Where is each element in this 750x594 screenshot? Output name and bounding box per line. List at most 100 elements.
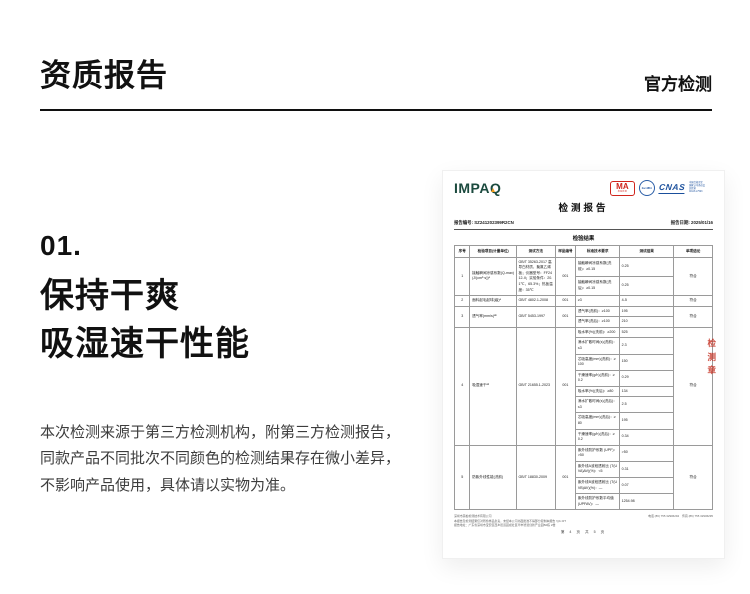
cell-item: 面料起毛起球(级)ᵃ: [469, 295, 517, 307]
report-footer: 深圳市英柏检测技术有限公司 电话 (86) 755 32906294 传真 (8…: [454, 514, 713, 527]
official-test-badge: 官方检测: [644, 75, 712, 94]
cell-result: 2.5: [619, 396, 675, 414]
cell-item: 吸湿速干ᵃᵇ: [469, 326, 517, 446]
ilac-mra-mark-icon: ilac-MRA: [638, 180, 655, 196]
cell-result: 1254.98: [619, 493, 675, 511]
cell-standard: 透气率(洗前)：≥100: [575, 305, 621, 318]
cell-method: GB/T 21655.1-2023: [515, 326, 556, 446]
cell-result: 134: [619, 385, 675, 398]
cell-no: 3: [453, 305, 471, 328]
report-brand-row: IMPAQ MA 检验检测 ilac-MRA CNAS 中国合格评定 国家认可委…: [454, 180, 713, 196]
cnas-accreditation-note: 中国合格评定 国家认可委员会 实验室 CNAS L7523: [689, 182, 706, 193]
cell-standard: 吸水率(%)(洗前)：≥200: [575, 326, 621, 339]
impaq-triangle-icon: [491, 188, 495, 192]
report-card: IMPAQ MA 检验检测 ilac-MRA CNAS 中国合格评定 国家认可委…: [442, 170, 725, 559]
cell-method: GB/T 18830-2009: [515, 444, 556, 511]
cell-result: 195: [619, 305, 675, 318]
section-heading: 保持干爽 吸湿速干性能: [40, 272, 250, 369]
cell-sample: 001: [554, 444, 577, 511]
cell-standard: 紫外线B波段透射比 (T(UVB)AV)(%)：—: [575, 476, 621, 495]
report-title: 检测报告: [558, 203, 609, 214]
cell-sample: 001: [554, 256, 577, 297]
cell-method: GB/T 35263-2017 高导白材质，聚氯乙烯板；仪器型号：FF2412-…: [515, 256, 556, 297]
cell-no: 5: [453, 444, 471, 511]
cell-standard: 滴水扩散时间(s)(洗前)：≤3: [575, 337, 621, 355]
report-table: 序号 检验项目(计量单位) 测试方法 样品编号 标准技术要求 测试结果 单项结论 1 接触瞬间…: [453, 245, 713, 511]
cell-result: 0.07: [619, 476, 675, 495]
table-header-cell: 测试结果: [619, 245, 675, 258]
cell-result: 150: [619, 353, 675, 371]
report-date: 报告日期: 2025/01/16: [670, 220, 713, 225]
page-title: 资质报告: [40, 58, 168, 93]
table-header-cell: 单项结论: [673, 245, 713, 258]
cell-standard: 滴水扩散时间(s)(洗后)：≤3: [575, 396, 621, 414]
cell-item: 防紫外线性能(洗前): [469, 444, 517, 511]
cell-standard: 透气率(洗后)：≥100: [575, 316, 621, 328]
cell-standard: 芯吸高度(mm)(洗前)：≥100: [575, 353, 621, 371]
footer-contact: 电话 (86) 755 32906294 传真 (86) 755 3290629…: [648, 514, 713, 519]
footer-company: 深圳市英柏检测技术有限公司: [454, 514, 492, 519]
cma-mark-icon: MA 检验检测: [609, 180, 635, 196]
cell-result: 2.3: [619, 337, 675, 355]
cell-standard: 紫外线A波段透射比 (T(UVA)AV)(%)：<5: [575, 460, 621, 478]
cell-result: 0.25: [619, 256, 675, 277]
cell-result: 210: [619, 316, 675, 328]
impaq-logo: IMPAQ: [454, 180, 501, 196]
cell-result: 525: [619, 326, 675, 339]
results-title: 检验结果: [572, 236, 595, 242]
cell-no: 4: [453, 326, 471, 446]
cell-standard: 紫外线防护系数 (UPF)：>50: [575, 444, 621, 462]
section-description: 本次检测来源于第三方检测机构，附第三方检测报告，同款产品不同批次不同颜色的检测结…: [40, 424, 401, 494]
table-header-cell: 测试方法: [515, 245, 556, 258]
table-header-cell: 检验项目(计量单位): [469, 245, 517, 258]
cell-no: 1: [453, 256, 471, 297]
cell-result: 0.25: [619, 275, 675, 297]
cell-result: 4-5: [619, 295, 675, 307]
red-seal-stamp: 检 测 章: [707, 338, 716, 376]
cma-mark-subtext: 检验检测: [617, 191, 627, 193]
cell-item: 透气率(mm/s)ᵃᵇ: [469, 305, 517, 328]
footer-line3: 报告地址：广东省深圳市宝安区西乡街道固戍社区华丰智慧创新产业园B2栋 2楼: [454, 522, 556, 527]
cell-sample: 001: [554, 295, 577, 307]
cell-conclusion: 符合: [673, 444, 713, 511]
table-row: 5 防紫外线性能(洗前) GB/T 18830-2009 001 紫外线防护系数 (UP…: [453, 444, 713, 511]
cell-conclusion: 符合: [673, 256, 713, 297]
cnas-mark-icon: CNAS: [658, 181, 686, 195]
ilac-mra-text: ilac-MRA: [641, 186, 653, 190]
cell-result: 0.31: [619, 460, 675, 478]
cell-standard: 接触瞬间凉感系数(洗前)：≥0.15: [575, 256, 621, 277]
cell-method: GB/T 4802.1-2008: [515, 295, 556, 307]
table-header-cell: 标准技术要求: [575, 245, 621, 258]
cell-result: >50: [619, 444, 675, 462]
certification-marks: MA 检验检测 ilac-MRA CNAS 中国合格评定 国家认可委员会 实验室…: [609, 180, 713, 196]
cell-standard: 紫外线防护系数平均值 (UPFAV)：—: [575, 493, 621, 511]
section-heading-line2: 吸湿速干性能: [40, 325, 250, 364]
cell-result: 195: [619, 412, 675, 430]
table-row: 2 面料起毛起球(级)ᵃ GB/T 4802.1-2008 001 ≥3 4-5 符合: [453, 295, 713, 307]
cell-standard: 接触瞬间凉感系数(洗后)：≥0.15: [575, 275, 621, 297]
cma-mark-text: MA: [616, 182, 629, 191]
cell-result: 0.34: [619, 428, 675, 446]
report-number: 报告编号: SZ241202399R2CN: [454, 220, 514, 225]
report-table-body: 1 接触瞬间凉感系数(Q-max) (J/(cm²·s))ᵃ GB/T 35263-…: [453, 256, 713, 511]
report-table-head: 序号 检验项目(计量单位) 测试方法 样品编号 标准技术要求 测试结果 单项结论: [453, 245, 713, 258]
cell-sample: 001: [554, 305, 577, 328]
cell-item: 接触瞬间凉感系数(Q-max) (J/(cm²·s))ᵃ: [469, 256, 517, 297]
cell-standard: 干燥速率(g/h)(洗后)：≥0.2: [575, 428, 621, 446]
header-divider: [40, 109, 712, 111]
report-page-number: 第 4 页 共 5 页: [560, 530, 607, 535]
cell-standard: 芯吸高度(mm)(洗后)：≥80: [575, 412, 621, 430]
cell-conclusion: 符合: [673, 295, 713, 307]
report-meta-row: 报告编号: SZ241202399R2CN 报告日期: 2025/01/16: [454, 220, 713, 230]
table-row: 3 透气率(mm/s)ᵃᵇ GB/T 5453-1997 001 透气率(洗前)：≥10…: [453, 305, 713, 328]
cell-method: GB/T 5453-1997: [515, 305, 556, 328]
cell-result: 0.29: [619, 369, 675, 387]
cell-sample: 001: [554, 326, 577, 446]
cell-no: 2: [453, 295, 471, 307]
table-row: 1 接触瞬间凉感系数(Q-max) (J/(cm²·s))ᵃ GB/T 35263-…: [453, 256, 713, 297]
cell-standard: ≥3: [575, 295, 621, 307]
table-row: 4 吸湿速干ᵃᵇ GB/T 21655.1-2023 001 吸水率(%)(洗前)：≥2…: [453, 326, 713, 446]
section-index: 01.: [40, 230, 82, 261]
cell-conclusion: 符合: [673, 305, 713, 328]
table-header-cell: 样品编号: [554, 245, 577, 258]
